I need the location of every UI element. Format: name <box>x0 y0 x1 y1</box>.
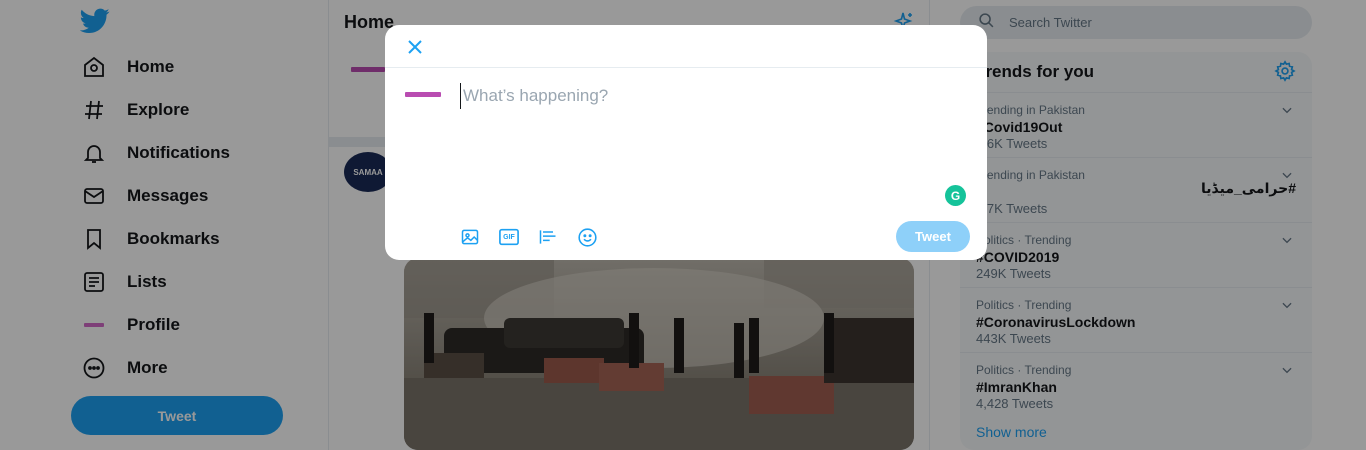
media-icon[interactable] <box>459 226 481 248</box>
close-icon[interactable] <box>405 37 425 57</box>
poll-icon[interactable] <box>537 226 559 248</box>
divider <box>385 67 987 68</box>
tweet-button[interactable]: Tweet <box>896 221 970 252</box>
emoji-icon[interactable] <box>576 226 598 248</box>
gif-label: GIF <box>503 233 515 241</box>
gif-icon[interactable]: GIF <box>498 226 520 248</box>
grammarly-icon[interactable]: G <box>945 185 966 206</box>
compose-tweet-input[interactable] <box>460 83 940 109</box>
grammarly-label: G <box>950 188 961 203</box>
avatar[interactable] <box>403 85 443 105</box>
compose-tweet-modal: G GIF Tweet <box>385 25 987 260</box>
